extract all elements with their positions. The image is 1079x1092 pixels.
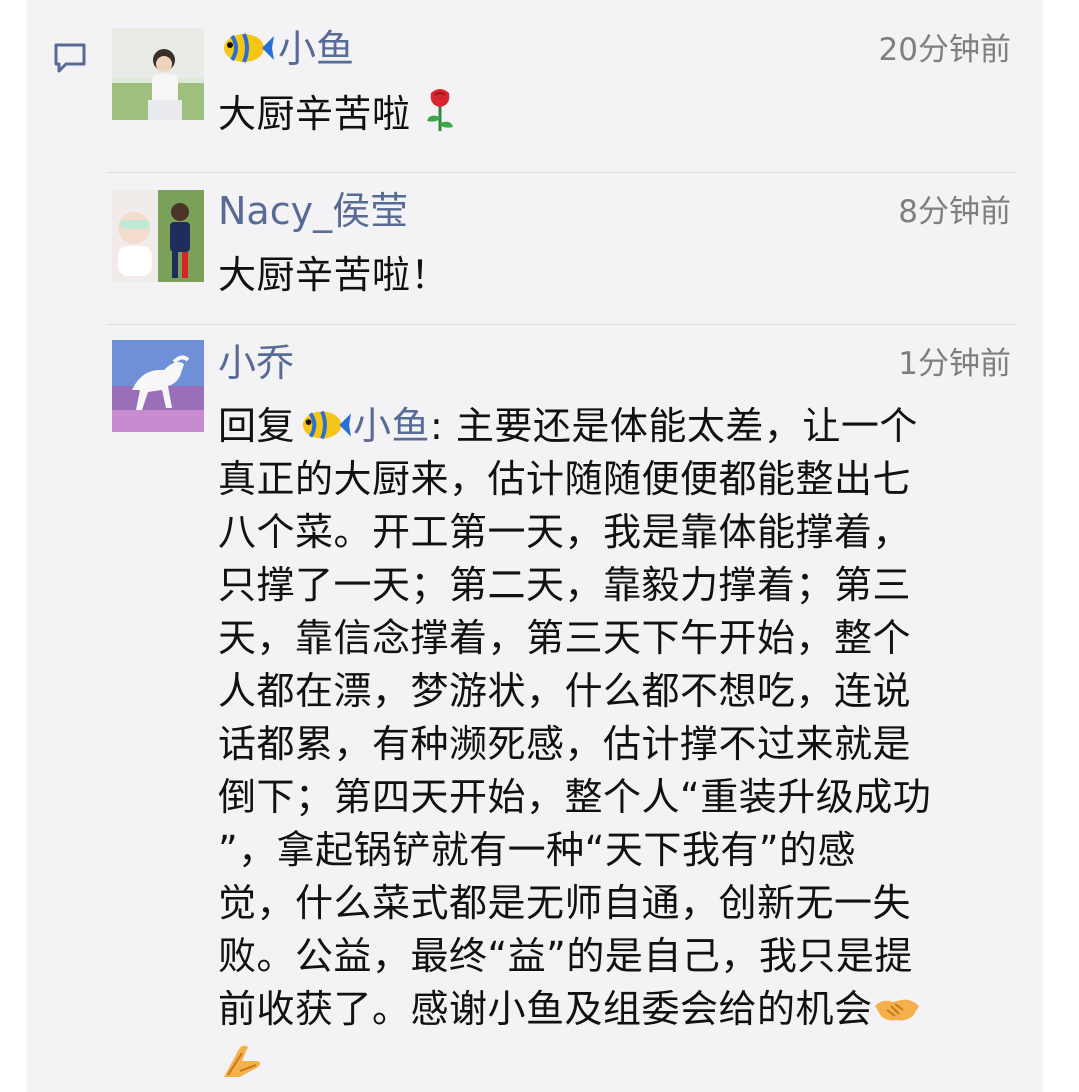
comment-text-line-emoji — [218, 1036, 1018, 1089]
comment-time: 8分钟前 — [898, 194, 1011, 230]
comment-time: 20分钟前 — [878, 32, 1011, 68]
comment-text-line: 觉，什么菜式都是无师自通，创新无一失 — [218, 881, 912, 925]
comment-text-line: ”，拿起锅铲就有一种“天下我有”的感 — [218, 828, 857, 872]
comment-text: 大厨辛苦啦！ — [218, 253, 450, 297]
comment-text-line: 主要还是体能太差，让一个 — [443, 404, 918, 448]
comment-text: 回复 小鱼: 主要还是体能太差，让一个 真正的大厨来，估计随随便便都能整出七 八… — [218, 400, 1018, 1089]
comment-text-line: 前收获了。感谢小鱼及组委会给的机会 — [218, 987, 873, 1031]
comment-text-line: 只撑了一天；第二天，靠毅力撑着；第三 — [218, 563, 912, 607]
tropical-fish-icon — [224, 33, 274, 63]
comment-text: 大厨辛苦啦 — [218, 87, 1018, 141]
comment-time: 1分钟前 — [898, 346, 1011, 382]
comment-text-line: 话都累，有种濒死感，估计撑不过来就是 — [218, 722, 912, 766]
comment-text-body: 大厨辛苦啦 — [218, 92, 411, 136]
handshake-icon — [874, 999, 919, 1021]
comment-text-line: 败。公益，最终“益”的是自己，我只是提 — [218, 934, 913, 978]
comment-text-line: 八个菜。开工第一天，我是靠体能撑着， — [218, 510, 912, 554]
avatar[interactable] — [112, 28, 204, 120]
tropical-fish-icon — [302, 410, 352, 440]
comment-text-line: 回复 小鱼: 主要还是体能太差，让一个 — [218, 400, 1018, 453]
reply-colon: : — [430, 404, 444, 448]
pray-hands-icon — [224, 1045, 260, 1077]
avatar[interactable] — [112, 190, 204, 282]
comment-author[interactable]: Nacy_侯莹 — [218, 188, 408, 234]
comment-author[interactable]: 小乔 — [218, 340, 294, 386]
comment-icon — [54, 43, 86, 73]
rose-icon — [427, 89, 454, 131]
comment-text-line: 天，靠信念撑着，第三天下午开始，整个 — [218, 616, 912, 660]
reply-to-name[interactable]: 小鱼 — [353, 404, 430, 448]
comment-divider — [107, 324, 1016, 325]
avatar[interactable] — [112, 340, 204, 432]
comment-text-line: 倒下；第四天开始，整个人“重装升级成功 — [218, 775, 932, 819]
comment-text-line: 真正的大厨来，估计随随便便都能整出七 — [218, 457, 912, 501]
comment-text-line-last: 前收获了。感谢小鱼及组委会给的机会 — [218, 983, 1018, 1036]
comment-author[interactable]: 小鱼 — [218, 26, 354, 72]
comment-divider — [107, 172, 1016, 173]
comment-author-name: 小鱼 — [278, 27, 355, 71]
reply-prefix: 回复 — [218, 404, 296, 448]
comment-text-line: 人都在漂，梦游状，什么都不想吃，连说 — [218, 669, 912, 713]
